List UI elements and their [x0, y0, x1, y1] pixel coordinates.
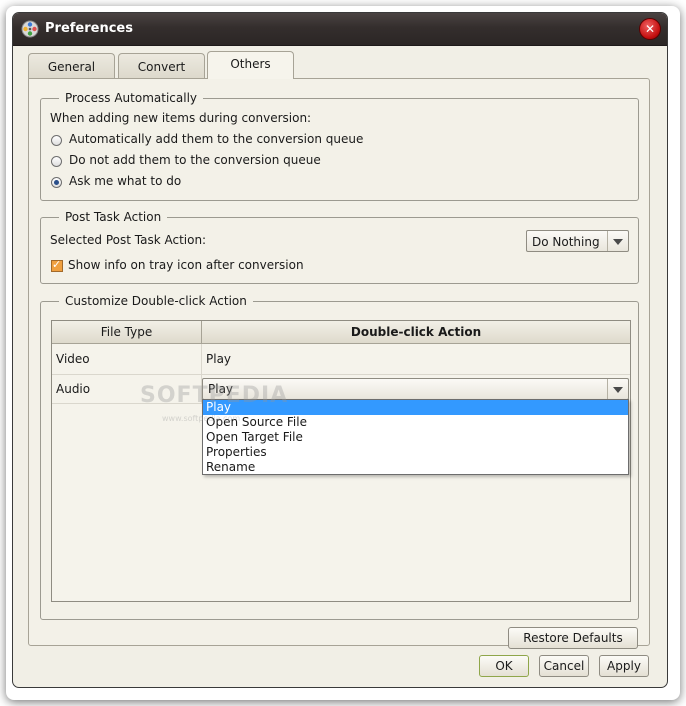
softpedia-watermark-url: www.softpedia.com	[162, 414, 241, 423]
close-icon: ✕	[644, 22, 656, 36]
tab-label: General	[47, 60, 96, 74]
post-task-action-label: Selected Post Task Action:	[50, 233, 207, 247]
post-task-action-value: Do Nothing	[532, 235, 600, 249]
dropdown-option-open-target[interactable]: Open Target File	[203, 430, 628, 445]
radio-auto-add[interactable]	[51, 135, 62, 146]
double-click-table: File Type Double-click Action Video Play…	[51, 320, 631, 602]
double-click-action-group: Customize Double-click Action File Type …	[40, 294, 639, 620]
chevron-down-icon[interactable]	[607, 231, 628, 251]
post-task-action-select[interactable]: Do Nothing	[526, 230, 629, 252]
double-click-action-legend: Customize Double-click Action	[65, 294, 247, 308]
cancel-button[interactable]: Cancel	[539, 655, 589, 677]
column-header-double-click-action[interactable]: Double-click Action	[202, 321, 630, 344]
dropdown-option-rename[interactable]: Rename	[203, 460, 628, 475]
tab-convert[interactable]: Convert	[118, 53, 205, 79]
post-task-action-legend: Post Task Action	[65, 210, 162, 224]
action-dropdown-list: Play Open Source File Open Target File P…	[202, 399, 629, 475]
radio-ask-me[interactable]	[51, 177, 62, 188]
others-tab-panel: Process Automatically When adding new it…	[28, 78, 650, 649]
radio-do-not-add-label[interactable]: Do not add them to the conversion queue	[69, 153, 321, 167]
tab-label: Convert	[137, 60, 186, 74]
film-reel-icon	[21, 20, 39, 38]
dropdown-option-open-source[interactable]: Open Source File	[203, 415, 628, 430]
tray-info-checkbox[interactable]	[51, 258, 63, 272]
process-prompt: When adding new items during conversion:	[50, 111, 312, 125]
restore-defaults-button[interactable]: Restore Defaults	[508, 627, 638, 649]
preferences-window: Preferences ✕ General Convert Others Pro…	[12, 12, 668, 688]
column-header-file-type[interactable]: File Type	[52, 321, 202, 344]
file-type-cell: Video	[52, 344, 202, 374]
tab-general[interactable]: General	[28, 53, 115, 79]
dropdown-option-properties[interactable]: Properties	[203, 445, 628, 460]
chevron-down-icon[interactable]	[607, 379, 628, 399]
window-title: Preferences	[45, 21, 133, 36]
radio-ask-me-label[interactable]: Ask me what to do	[69, 174, 181, 188]
tab-label: Others	[230, 57, 271, 71]
radio-do-not-add[interactable]	[51, 156, 62, 167]
tab-others[interactable]: Others	[207, 51, 294, 79]
tray-info-label[interactable]: Show info on tray icon after conversion	[68, 258, 304, 272]
table-row[interactable]: Video Play	[52, 344, 630, 375]
radio-auto-add-label[interactable]: Automatically add them to the conversion…	[69, 132, 363, 146]
softpedia-watermark: SOFTPEDIA	[140, 383, 289, 408]
title-bar: Preferences ✕	[13, 13, 667, 46]
process-automatically-legend: Process Automatically	[65, 91, 197, 105]
action-cell[interactable]: Play	[202, 344, 630, 374]
close-button[interactable]: ✕	[639, 18, 661, 40]
apply-button[interactable]: Apply	[599, 655, 649, 677]
ok-button[interactable]: OK	[479, 655, 529, 677]
